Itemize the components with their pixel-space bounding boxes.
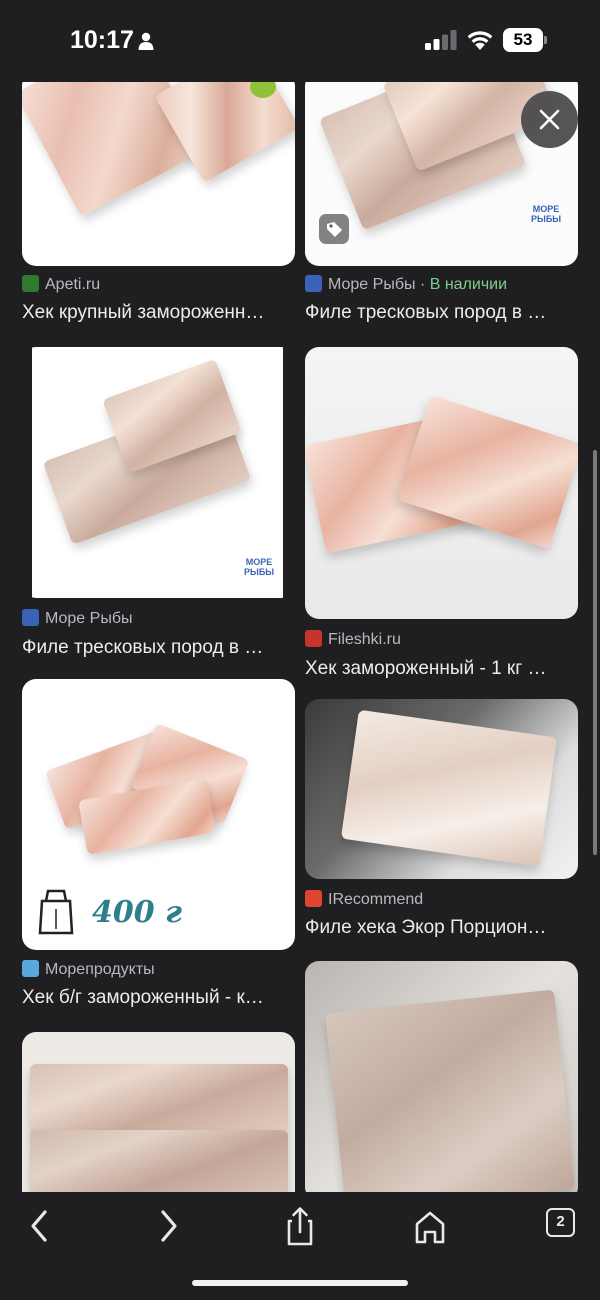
source-favicon-icon: [305, 630, 322, 647]
result-image[interactable]: МОРЕ РЫБЫ: [22, 347, 295, 598]
status-time: 10:17: [70, 26, 134, 54]
source-favicon-icon: [22, 275, 39, 292]
result-caption[interactable]: Хек крупный замороженн…: [22, 302, 295, 324]
image-background: МОРЕ РЫБЫ: [32, 347, 283, 598]
product-tag-button[interactable]: [319, 214, 349, 244]
brand-logo: МОРЕ РЫБЫ: [244, 557, 274, 577]
home-indicator[interactable]: [192, 1280, 408, 1286]
result-source: Fileshki.ru: [305, 630, 401, 649]
result-caption[interactable]: Филе хека Экор Порцион…: [305, 917, 578, 939]
source-name: Apeti.ru: [45, 276, 101, 293]
logo-line: РЫБЫ: [531, 214, 562, 224]
battery-indicator: 53: [503, 28, 547, 52]
package-weight-label: 400 г: [92, 895, 182, 930]
forward-button[interactable]: [143, 1204, 193, 1248]
result-caption[interactable]: Хек б/г замороженный - к…: [22, 987, 295, 1009]
chevron-left-icon: [31, 1210, 47, 1242]
back-button[interactable]: [15, 1204, 65, 1248]
result-source: Apeti.ru: [22, 275, 100, 294]
logo-line: МОРЕ: [245, 557, 273, 567]
fish-fillet-shape: [30, 1064, 288, 1134]
battery-tip: [544, 36, 547, 44]
close-button[interactable]: [521, 91, 578, 148]
result-source: Море Рыбы · В наличии: [305, 275, 507, 294]
result-image[interactable]: [22, 1032, 295, 1192]
fish-fillet-shape: [325, 989, 575, 1192]
source-favicon-icon: [22, 960, 39, 977]
logo-line: РЫБЫ: [244, 567, 275, 577]
source-name: Fileshki.ru: [328, 631, 401, 648]
share-button[interactable]: [275, 1204, 325, 1248]
source-favicon-icon: [305, 275, 322, 292]
result-image[interactable]: [305, 347, 578, 619]
source-name: Море Рыбы: [328, 276, 416, 293]
source-name: IRecommend: [328, 891, 424, 908]
fish-fillet-shape: [154, 82, 295, 183]
logo-line: МОРЕ: [532, 204, 560, 214]
result-image[interactable]: [22, 82, 295, 266]
source-name: Морепродукты: [45, 961, 155, 978]
share-icon: [287, 1207, 313, 1246]
home-icon: [415, 1211, 445, 1244]
in-stock-label: В наличии: [429, 276, 508, 293]
home-button[interactable]: [405, 1204, 455, 1248]
result-image[interactable]: 400 г: [22, 679, 295, 950]
status-bar: 10:17 53: [0, 0, 600, 82]
source-name: Море Рыбы: [45, 610, 133, 627]
cellular-signal-icon: [425, 30, 457, 50]
chevron-right-icon: [161, 1210, 177, 1242]
tabs-button[interactable]: 2: [546, 1208, 575, 1237]
result-caption[interactable]: Хек замороженный - 1 кг …: [305, 658, 578, 680]
wifi-icon: [467, 31, 493, 50]
person-icon: [138, 32, 154, 50]
image-results-grid[interactable]: Apeti.ru Хек крупный замороженн… МОРЕ РЫ…: [0, 82, 600, 1192]
source-favicon-icon: [22, 609, 39, 626]
result-caption[interactable]: Филе тресковых пород в …: [305, 302, 578, 324]
source-separator: ·: [415, 276, 430, 293]
fish-fillet-shape: [340, 709, 558, 867]
brand-logo: МОРЕ РЫБЫ: [531, 204, 561, 224]
result-image[interactable]: [305, 961, 578, 1192]
result-image[interactable]: [305, 699, 578, 879]
result-caption[interactable]: Филе тресковых пород в …: [22, 637, 295, 659]
package-icon: [38, 889, 74, 935]
result-source: Морепродукты: [22, 960, 155, 979]
tag-icon: [327, 222, 342, 237]
source-favicon-icon: [305, 890, 322, 907]
fish-fillet-shape: [30, 1130, 288, 1192]
scrollbar[interactable]: [593, 450, 597, 855]
result-source: IRecommend: [305, 890, 423, 909]
result-source: Море Рыбы: [22, 609, 132, 628]
close-icon: [539, 109, 560, 130]
battery-level: 53: [503, 28, 543, 52]
